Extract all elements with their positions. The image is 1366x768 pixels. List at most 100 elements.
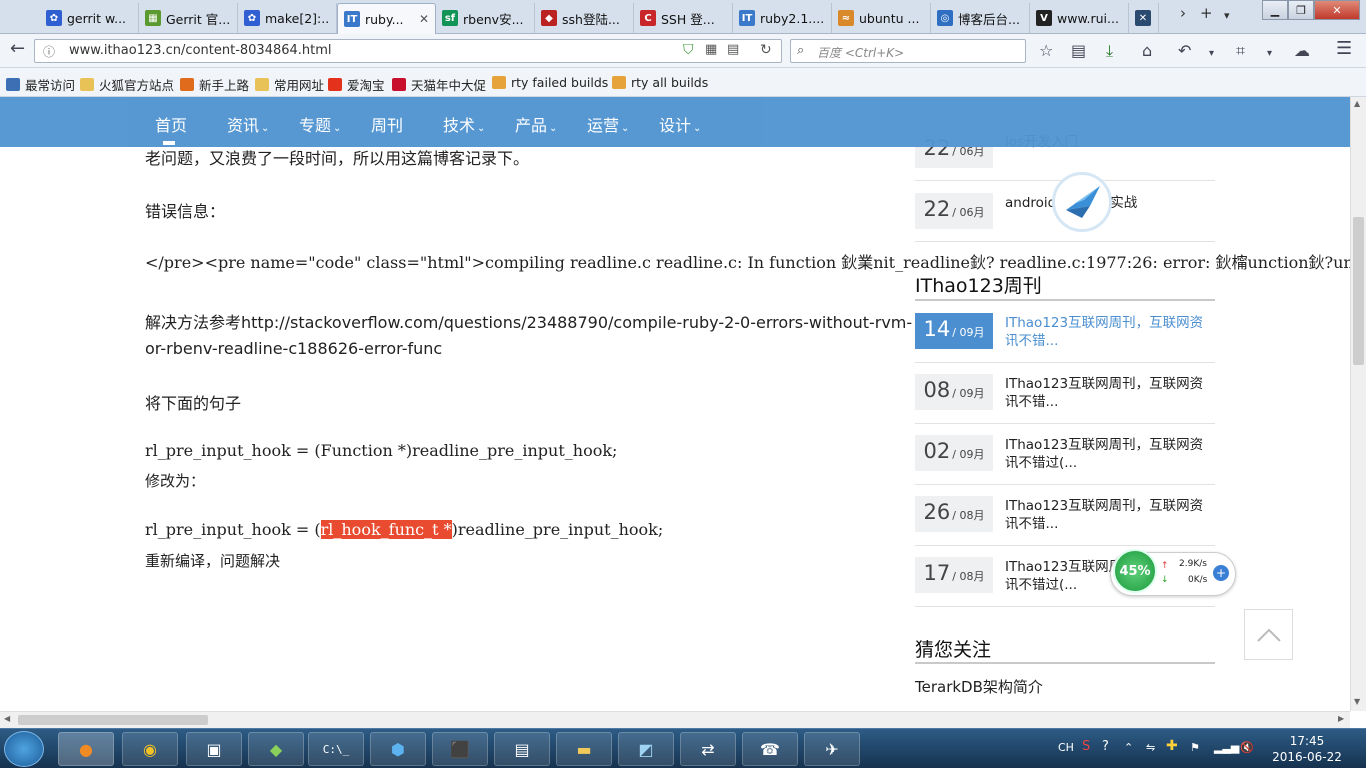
computer-taskbar-button[interactable]: ▣ [186, 732, 242, 766]
site-nav-item[interactable]: 技术 ⌄ [443, 112, 485, 136]
app-taskbar-button[interactable]: ◆ [248, 732, 304, 766]
system-clock[interactable]: 17:45 2016-06-22 [1272, 733, 1342, 765]
site-nav-item[interactable]: 设计 ⌄ [659, 112, 701, 136]
bookmark-item[interactable]: 常用网址 [255, 75, 324, 94]
back-icon[interactable]: ← [10, 40, 25, 58]
new-tab-icon[interactable]: + [1200, 4, 1213, 22]
guess-item-link[interactable]: TerarkDB架构简介 [915, 678, 1125, 696]
bookmark-item[interactable]: 新手上路 [180, 75, 249, 94]
bookmark-item[interactable]: 爱淘宝 [328, 75, 385, 94]
vertical-scrollbar[interactable]: ▲ ▼ [1350, 97, 1366, 711]
tab-item[interactable]: ◆ ssh登陆... [535, 3, 634, 33]
start-button[interactable] [4, 731, 44, 767]
scroll-up-arrow-icon[interactable]: ▲ [1354, 99, 1360, 108]
site-nav-label: 资讯 [227, 116, 260, 135]
site-nav-item[interactable]: 资讯 ⌄ [227, 112, 269, 136]
tab-item[interactable]: ▦ Gerrit 官... [139, 3, 238, 33]
network-speed-widget[interactable]: 45% ↑ 2.9K/s ↓ 0K/s + [1110, 549, 1236, 596]
tab-item[interactable]: ✿ gerrit w... [40, 3, 139, 33]
horizontal-scroll-thumb[interactable] [18, 715, 208, 725]
scroll-left-arrow-icon[interactable]: ◀ [4, 714, 10, 723]
chevron-down-icon: ⌄ [261, 123, 270, 134]
document-taskbar-button[interactable]: ▤ [494, 732, 550, 766]
undo-dropdown-icon[interactable]: ▾ [1209, 45, 1214, 63]
search-box[interactable]: ⌕ 百度 <Ctrl+K> [790, 39, 1026, 63]
tray-app-icon[interactable]: ✚ [1166, 738, 1178, 754]
downloads-icon[interactable]: ⤓ [1106, 42, 1113, 60]
info-icon[interactable]: ⓘ [43, 43, 55, 60]
home-icon[interactable]: ⌂ [1142, 42, 1152, 60]
taobao-icon [328, 78, 342, 91]
tab-list-icon[interactable]: ▾ [1224, 9, 1230, 22]
explorer-taskbar-button[interactable]: ▬ [556, 732, 612, 766]
horizontal-scrollbar[interactable]: ◀ ▶ [0, 711, 1350, 728]
bookmark-item[interactable]: 天猫年中大促 [392, 75, 486, 94]
vertical-scroll-thumb[interactable] [1353, 217, 1364, 365]
tab-item[interactable]: C SSH 登... [634, 3, 733, 33]
memory-percent-badge[interactable]: 45% [1113, 549, 1157, 593]
sogou-icon[interactable]: S [1082, 739, 1090, 754]
input-language[interactable]: CH [1058, 741, 1074, 754]
weekly-item-link[interactable]: IThao123互联网周刊，互联网资讯不错... [1005, 375, 1215, 411]
minimize-button[interactable]: ▁ [1262, 0, 1288, 20]
site-logo[interactable] [1052, 172, 1112, 232]
hamburger-menu-icon[interactable]: ☰ [1336, 40, 1352, 58]
tab-item[interactable]: ✿ make[2]:... [238, 3, 337, 33]
site-navigation: 首页 资讯 ⌄ 专题 ⌄ 周刊 技术 ⌄ 产品 ⌄ 运营 ⌄ 设计 ⌄ [0, 97, 1350, 147]
tab-item[interactable]: Vwww.rui... [1030, 3, 1129, 33]
tab-item[interactable]: IT ruby... ✕ [337, 3, 436, 34]
tab-item[interactable]: ✕S [1129, 3, 1159, 33]
firefox-taskbar-button[interactable]: ● [58, 732, 114, 766]
c-icon: C [640, 10, 656, 26]
tab-item[interactable]: IT ruby2.1.... [733, 3, 832, 33]
signal-icon[interactable]: ▂▃▅ [1214, 741, 1239, 754]
chrome-taskbar-button[interactable]: ◉ [122, 732, 178, 766]
back-to-top-button[interactable] [1244, 609, 1293, 660]
qr-code-icon[interactable]: ▦ [705, 42, 717, 57]
tab-scroll-right-icon[interactable]: › [1180, 4, 1186, 22]
crop-dropdown-icon[interactable]: ▾ [1267, 45, 1272, 63]
bookmark-item[interactable]: 火狐官方站点 [80, 75, 174, 94]
tray-flag-icon[interactable]: ⚑ [1190, 741, 1200, 754]
undo-icon[interactable]: ↶ [1178, 42, 1191, 60]
bookmark-item[interactable]: 最常访问 [6, 75, 75, 94]
tab-close-icon[interactable]: ✕ [419, 12, 429, 26]
tab-item[interactable]: sf rbenv安... [436, 3, 535, 33]
weekly-item-link[interactable]: IThao123互联网周刊，互联网资讯不错过(... [1005, 436, 1215, 472]
site-nav-item[interactable]: 运营 ⌄ [587, 112, 629, 136]
maximize-button[interactable]: ❐ [1288, 0, 1314, 20]
reload-icon[interactable]: ↻ [760, 42, 772, 58]
volume-muted-icon[interactable]: 🔇 [1240, 741, 1254, 754]
tab-item[interactable]: ≈ ubuntu ... [832, 3, 931, 33]
notes-taskbar-button[interactable]: ◩ [618, 732, 674, 766]
misc-app-taskbar-button[interactable]: ✈ [804, 732, 860, 766]
weekly-item-link[interactable]: IThao123互联网周刊，互联网资讯不错... [1005, 314, 1215, 350]
site-nav-item[interactable]: 产品 ⌄ [515, 112, 557, 136]
phone-app-taskbar-button[interactable]: ☎ [742, 732, 798, 766]
scroll-down-arrow-icon[interactable]: ▼ [1354, 697, 1360, 706]
address-bar[interactable]: ⓘ www.ithao123.cn/content-8034864.html ⛉… [34, 39, 782, 63]
security-shield-icon[interactable]: ⛉ [683, 42, 694, 58]
network-app-taskbar-button[interactable]: ⇄ [680, 732, 736, 766]
scroll-right-arrow-icon[interactable]: ▶ [1338, 714, 1344, 723]
pdf-taskbar-button[interactable]: ⬛ [432, 732, 488, 766]
screenshot-crop-icon[interactable]: ⌗ [1236, 42, 1245, 60]
site-nav-item[interactable]: 首页 [155, 112, 187, 136]
site-nav-item[interactable]: 专题 ⌄ [299, 112, 341, 136]
close-window-button[interactable]: ✕ [1314, 0, 1360, 20]
site-nav-item[interactable]: 周刊 [371, 112, 403, 136]
bookmark-item[interactable]: rty failed builds [492, 75, 608, 90]
bookmarks-menu-icon[interactable]: ▤ [1071, 42, 1086, 60]
add-icon[interactable]: + [1213, 565, 1229, 581]
tray-expand-icon[interactable]: ⌃ [1124, 741, 1133, 754]
tray-arrows-icon[interactable]: ⇋ [1146, 741, 1155, 754]
bookmark-item[interactable]: rty all builds [612, 75, 708, 90]
bookmark-star-icon[interactable]: ☆ [1039, 42, 1053, 60]
weekly-item-link[interactable]: IThao123互联网周刊，互联网资讯不错... [1005, 497, 1215, 533]
download-app-taskbar-button[interactable]: ⬢ [370, 732, 426, 766]
chat-icon[interactable]: ☁ [1294, 42, 1310, 60]
reader-view-icon[interactable]: ▤ [727, 42, 739, 57]
cmd-taskbar-button[interactable]: C:\_ [308, 732, 364, 766]
tab-item[interactable]: ◎ 博客后台... [931, 3, 1030, 33]
help-icon[interactable]: ? [1102, 739, 1109, 754]
